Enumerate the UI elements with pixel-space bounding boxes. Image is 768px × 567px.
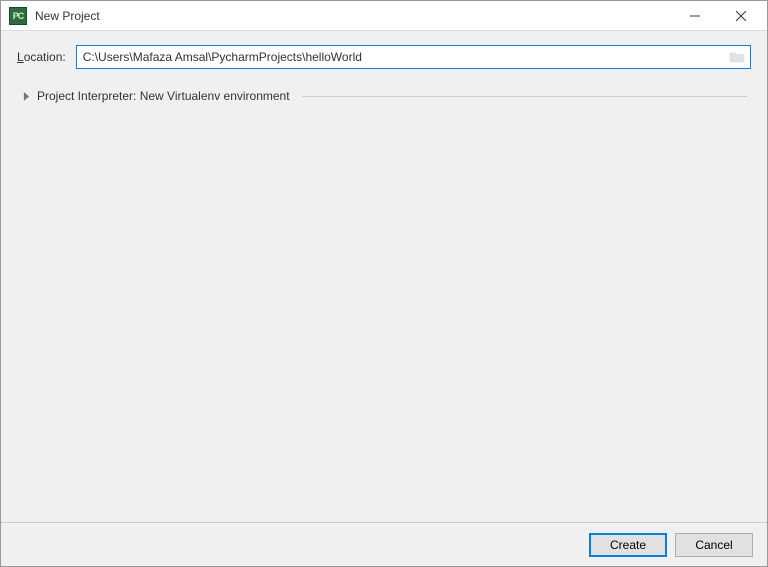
cancel-button[interactable]: Cancel — [675, 533, 753, 557]
location-label: Location: — [17, 50, 66, 64]
location-input-container — [76, 45, 751, 69]
window-title: New Project — [35, 9, 673, 23]
minimize-button[interactable] — [673, 2, 717, 30]
location-row: Location: — [17, 45, 751, 69]
browse-folder-icon[interactable] — [728, 50, 746, 64]
close-button[interactable] — [719, 2, 763, 30]
interpreter-section[interactable]: Project Interpreter: New Virtualenv envi… — [17, 87, 751, 105]
interpreter-label: Project Interpreter: New Virtualenv envi… — [37, 89, 290, 103]
content-spacer — [17, 105, 751, 512]
dialog-content: Location: Project Interpreter: New Virtu… — [1, 31, 767, 522]
chevron-right-icon[interactable] — [21, 91, 31, 101]
titlebar: PC New Project — [1, 1, 767, 31]
dialog-footer: Create Cancel — [1, 522, 767, 566]
location-input[interactable] — [83, 50, 728, 64]
window-controls — [673, 2, 763, 30]
divider-line — [302, 96, 747, 97]
pycharm-icon: PC — [9, 7, 27, 25]
create-button[interactable]: Create — [589, 533, 667, 557]
new-project-dialog: PC New Project Location: — [0, 0, 768, 567]
